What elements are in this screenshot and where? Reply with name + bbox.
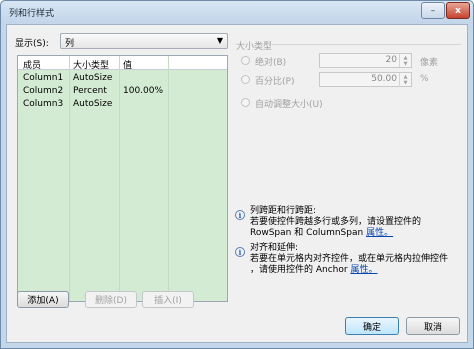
grid-header: 成员 大小类型 值: [18, 56, 227, 71]
minimize-icon: –: [430, 5, 436, 16]
window-title: 列和行样式: [9, 9, 55, 19]
show-select[interactable]: 列 ▼: [60, 33, 228, 49]
spin-arrows-icon[interactable]: ▲ ▼: [399, 54, 411, 67]
grid-header-member[interactable]: 成员: [23, 58, 41, 71]
cancel-button-label: 取消: [423, 322, 442, 333]
table-row[interactable]: Column3 AutoSize: [18, 98, 227, 111]
info-icon: i: [235, 210, 245, 220]
align-info-line1: 若要在单元格内对齐控件，或在单元格内拉伸控件: [250, 254, 449, 264]
group-divider: [272, 44, 461, 45]
size-type-group-title: 大小类型: [236, 42, 273, 52]
span-info: 列跨距和行跨距: 若要使控件跨越多行或多列，请设置控件的 RowSpan 和 C…: [250, 206, 421, 239]
dialog-window: 列和行样式 – x 显示(S): 列 ▼ 成员 大小类型 值 Column1 A…: [0, 0, 474, 349]
chevron-down-icon: ▼: [216, 36, 223, 45]
spin-arrows-icon[interactable]: ▲ ▼: [399, 73, 411, 86]
cell-member: Column1: [23, 73, 64, 83]
table-row[interactable]: Column1 AutoSize: [18, 72, 227, 85]
percent-unit: %: [420, 74, 429, 84]
cell-member: Column2: [23, 86, 64, 96]
cell-value: 100.00%: [123, 86, 164, 96]
cell-size-type: AutoSize: [73, 99, 113, 109]
grid-header-value[interactable]: 值: [123, 58, 132, 71]
autosize-radio[interactable]: [241, 98, 250, 107]
span-info-line2-row: RowSpan 和 ColumnSpan 属性。: [250, 228, 421, 239]
grid-header-size-type[interactable]: 大小类型: [73, 58, 109, 71]
absolute-radio[interactable]: [241, 56, 250, 65]
span-info-line2: RowSpan 和 ColumnSpan: [250, 228, 364, 238]
percent-radio[interactable]: [241, 75, 250, 84]
absolute-unit: 像素: [420, 58, 439, 68]
align-info: 对齐和延伸: 若要在单元格内对齐控件，或在单元格内拉伸控件 ，请使用控件的 An…: [250, 243, 448, 276]
align-info-title: 对齐和延伸:: [250, 243, 299, 253]
styles-grid[interactable]: 成员 大小类型 值 Column1 AutoSize Column2 Perce…: [17, 55, 228, 302]
absolute-value-stepper[interactable]: 20 ▲ ▼: [319, 53, 412, 68]
align-info-line2: ，请使用控件的 Anchor: [250, 265, 348, 275]
show-select-value: 列: [65, 39, 75, 49]
delete-button[interactable]: 删除(D): [85, 291, 137, 308]
close-icon: x: [455, 5, 461, 16]
insert-button-label: 插入(I): [154, 296, 182, 306]
ok-button[interactable]: 确定: [345, 317, 399, 335]
span-properties-link[interactable]: 属性。: [366, 228, 393, 238]
span-info-line1: 若要使控件跨越多行或多列，请设置控件的: [250, 217, 422, 227]
add-button-label: 添加(A): [27, 296, 59, 306]
autosize-label: 自动调整大小(U): [255, 100, 323, 110]
close-button[interactable]: x: [446, 2, 470, 19]
minimize-button[interactable]: –: [421, 2, 445, 19]
ok-button-label: 确定: [362, 322, 381, 333]
delete-button-label: 删除(D): [95, 296, 127, 306]
show-label: 显示(S):: [15, 39, 49, 49]
insert-button[interactable]: 插入(I): [142, 291, 194, 308]
cell-member: Column3: [23, 99, 64, 109]
span-info-title: 列跨距和行跨距:: [250, 206, 317, 216]
cell-size-type: AutoSize: [73, 73, 113, 83]
dialog-client-area: 显示(S): 列 ▼ 成员 大小类型 值 Column1 AutoSize Co…: [6, 24, 468, 343]
percent-value: 50.00: [371, 74, 397, 84]
cell-size-type: Percent: [73, 86, 107, 96]
align-info-line2-row: ，请使用控件的 Anchor 属性。: [250, 265, 448, 276]
add-button[interactable]: 添加(A): [17, 291, 69, 308]
percent-value-stepper[interactable]: 50.00 ▲ ▼: [319, 72, 412, 87]
title-bar[interactable]: 列和行样式 – x: [1, 1, 473, 23]
info-icon: i: [235, 247, 245, 257]
absolute-label: 绝对(B): [255, 58, 287, 68]
size-type-group: 大小类型 绝对(B) 20 ▲ ▼ 像素 百分比(P) 50.00 ▲ ▼ % 自动…: [236, 39, 461, 209]
cancel-button[interactable]: 取消: [406, 317, 460, 335]
anchor-properties-link[interactable]: 属性。: [350, 265, 377, 275]
absolute-value: 20: [385, 55, 397, 65]
percent-label: 百分比(P): [255, 77, 295, 87]
table-row[interactable]: Column2 Percent 100.00%: [18, 85, 227, 98]
